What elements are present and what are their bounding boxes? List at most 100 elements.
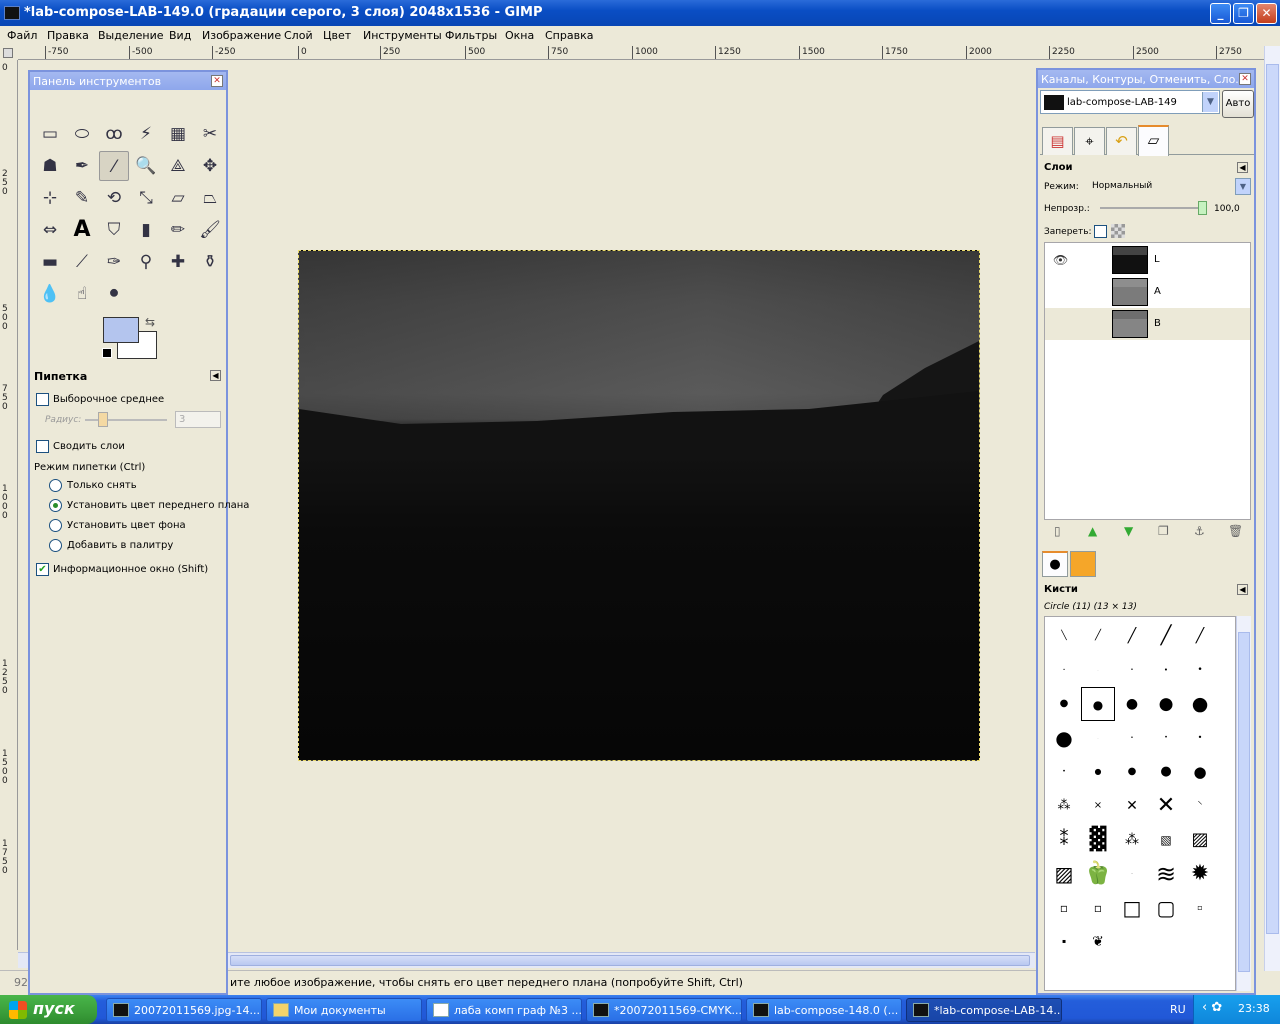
brush-preset[interactable]: · [1081,653,1115,687]
brush-preset[interactable]: ▨ [1183,823,1217,857]
taskbar-item[interactable]: Мои документы [266,998,422,1022]
sample-merged-checkbox[interactable] [36,440,49,453]
scale-icon[interactable]: ⤡ [131,183,161,213]
quick-mask-toggle[interactable] [3,48,13,58]
brush-preset[interactable]: • [1183,721,1217,755]
taskbar-item-active[interactable]: *lab-compose-LAB-14... [906,998,1062,1022]
brush-preset[interactable]: ▫ [1047,891,1081,925]
blur-icon[interactable]: 💧 [35,279,65,309]
minimize-button[interactable]: _ [1210,3,1231,24]
eraser-icon[interactable]: ▬ [35,247,65,277]
brush-preset[interactable]: • [1047,755,1081,789]
bucket-fill-icon[interactable]: ⛉ [99,215,129,245]
airbrush-icon[interactable]: ⟋ [67,247,97,277]
color-select-icon[interactable]: ▦ [163,119,193,149]
menu-filters[interactable]: Фильтры [445,29,497,42]
foreground-select-icon[interactable]: ☗ [35,151,65,181]
text-icon[interactable]: A [67,215,97,245]
brush-preset[interactable]: ╱ [1115,619,1149,653]
dodge-burn-icon[interactable]: ⚫ [99,279,129,309]
mode-set-background-radio[interactable] [49,519,62,532]
pencil-icon[interactable]: ✏ [163,215,193,245]
brush-preset[interactable]: ● [1047,687,1081,721]
shear-icon[interactable]: ▱ [163,183,193,213]
default-colors-icon[interactable] [102,348,112,358]
brush-preset[interactable]: □ [1115,891,1149,925]
mode-set-foreground-radio[interactable] [49,499,62,512]
menu-edit[interactable]: Правка [47,29,89,42]
move-icon[interactable]: ✥ [195,151,225,181]
mode-pick-only-radio[interactable] [49,479,62,492]
layers-list[interactable]: 👁 L A B [1044,242,1251,520]
mode-select[interactable]: Нормальный ▼ [1088,178,1252,196]
rect-select-icon[interactable]: ▭ [35,119,65,149]
image-selector[interactable]: lab-compose-LAB-149 ▼ [1040,90,1220,114]
mode-add-palette-radio[interactable] [49,539,62,552]
zoom-icon[interactable]: 🔍 [131,151,161,181]
image-canvas[interactable] [298,250,980,761]
menu-file[interactable]: Файл [7,29,37,42]
menu-select[interactable]: Выделение [98,29,164,42]
brush-preset[interactable]: ✕ [1149,789,1183,823]
brush-preset[interactable]: ≋ [1149,857,1183,891]
radius-slider-handle[interactable] [98,412,108,427]
new-layer-icon[interactable]: ▯ [1054,524,1061,538]
brush-preset[interactable]: • [1047,653,1081,687]
vertical-scrollbar[interactable] [1264,46,1280,971]
brush-preset[interactable]: · [1115,857,1149,891]
chevron-down-icon[interactable]: ▼ [1202,92,1218,112]
brush-preset[interactable]: ╲ [1047,619,1081,653]
brush-preset[interactable]: ● [1115,755,1149,789]
brush-preset[interactable]: ● [1115,687,1149,721]
heal-icon[interactable]: ✚ [163,247,193,277]
opacity-slider-handle[interactable] [1198,201,1207,215]
brush-preset[interactable]: ▨ [1047,857,1081,891]
brush-preset[interactable]: ● [1047,721,1081,755]
brush-preset[interactable]: ╱ [1183,619,1217,653]
auto-button[interactable]: Авто [1222,90,1254,118]
free-select-icon[interactable]: ꝏ [99,119,129,149]
maximize-button[interactable]: ❐ [1233,3,1254,24]
brush-preset[interactable]: ▫ [1081,891,1115,925]
layers-menu-icon[interactable]: ◀ [1237,162,1248,173]
menu-help[interactable]: Справка [545,29,593,42]
menu-image[interactable]: Изображение [202,29,281,42]
close-icon[interactable]: ✕ [1239,73,1251,85]
brush-preset[interactable]: ❦ [1081,925,1115,959]
scissors-icon[interactable]: ✂ [195,119,225,149]
brush-preset[interactable]: ✕ [1115,789,1149,823]
brush-preset[interactable]: ▧ [1149,823,1183,857]
radius-spinbox[interactable]: 3 [175,411,221,428]
opacity-value[interactable]: 100,0 [1214,204,1240,214]
layer-name[interactable]: A [1154,286,1161,297]
brush-preset[interactable]: 🫑 [1081,857,1115,891]
brush-preset[interactable]: ● [1183,755,1217,789]
layer-name[interactable]: B [1154,318,1161,329]
toolbox-title-bar[interactable]: Панель инструментов ✕ [30,72,226,90]
zoom-level[interactable]: 92 [14,976,28,989]
scrollbar-thumb[interactable] [230,955,1030,966]
brush-preset[interactable]: • [1183,653,1217,687]
dock-title-bar[interactable]: Каналы, Контуры, Отменить, Сло... ✕ [1038,70,1254,88]
delete-layer-icon[interactable]: 🗑 [1228,524,1243,538]
brush-preset[interactable]: ✹ [1183,857,1217,891]
gimp-app-icon[interactable] [4,6,20,20]
brush-preset[interactable]: ⁂ [1047,789,1081,823]
sample-average-checkbox[interactable] [36,393,49,406]
menu-layer[interactable]: Слой [284,29,313,42]
blend-icon[interactable]: ▮ [131,215,161,245]
brush-preset[interactable]: ● [1081,755,1115,789]
smudge-icon[interactable]: ☝ [67,279,97,309]
brush-preset[interactable]: • [1149,653,1183,687]
eye-icon[interactable]: 👁 [1053,253,1068,267]
anchor-layer-icon[interactable]: ⚓ [1194,524,1205,538]
brush-preset[interactable]: • [1115,653,1149,687]
align-icon[interactable]: ⊹ [35,183,65,213]
duplicate-layer-icon[interactable]: ❐ [1158,524,1169,538]
layer-row[interactable]: A [1045,276,1250,308]
layer-row[interactable]: 👁 L [1045,244,1250,276]
menu-view[interactable]: Вид [169,29,191,42]
brush-preset[interactable]: · [1081,721,1115,755]
fuzzy-select-icon[interactable]: ⚡ [131,119,161,149]
tab-brushes-icon[interactable]: ● [1042,551,1068,577]
